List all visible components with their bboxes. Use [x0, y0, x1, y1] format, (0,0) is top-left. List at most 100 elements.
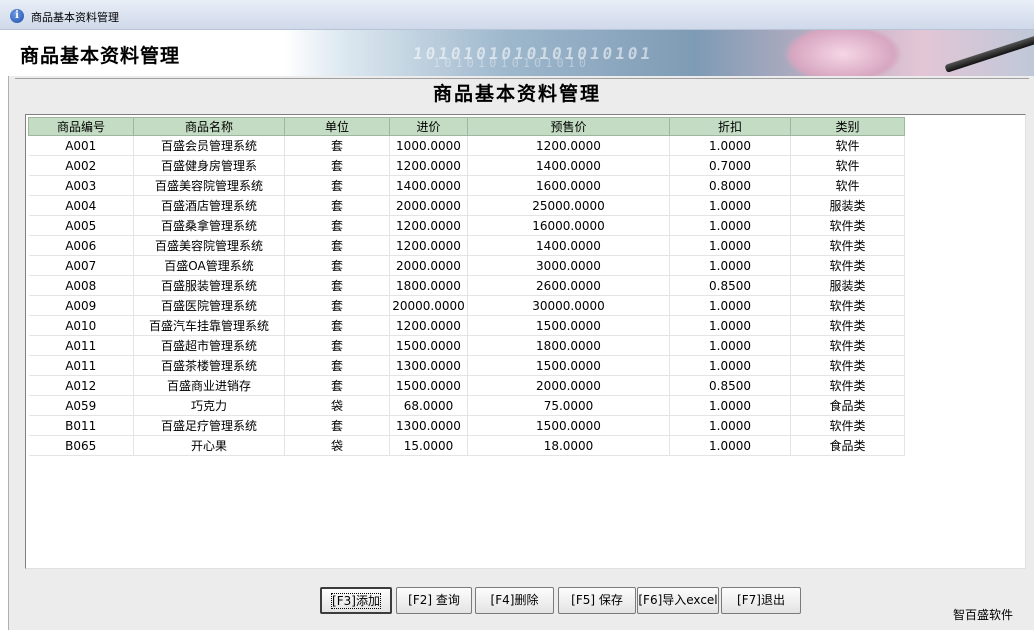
exit-button[interactable]: [F7]退出	[721, 587, 801, 614]
table-cell[interactable]: 软件类	[790, 255, 905, 276]
table-cell[interactable]: 百盛服装管理系统	[133, 275, 285, 296]
table-cell[interactable]: 3000.0000	[467, 255, 670, 276]
column-header[interactable]: 类别	[790, 117, 905, 136]
table-row[interactable]: A010 百盛汽车挂靠管理系统套 1200.0000 1500.0000 1.0000 软…	[28, 315, 905, 336]
table-cell[interactable]: 1.0000	[669, 335, 791, 356]
table-cell[interactable]: 1200.0000	[389, 215, 468, 236]
table-cell[interactable]: 袋	[284, 395, 390, 416]
table-cell[interactable]: 1.0000	[669, 135, 791, 156]
table-cell[interactable]: 1200.0000	[467, 135, 670, 156]
table-cell[interactable]: A006	[28, 235, 134, 256]
table-cell[interactable]: 软件类	[790, 335, 905, 356]
table-cell[interactable]: 套	[284, 315, 390, 336]
table-cell[interactable]: 百盛医院管理系统	[133, 295, 285, 316]
table-cell[interactable]: A008	[28, 275, 134, 296]
table-cell[interactable]: 软件	[790, 135, 905, 156]
column-header[interactable]: 预售价	[467, 117, 670, 136]
table-cell[interactable]: 1.0000	[669, 255, 791, 276]
column-header[interactable]: 商品编号	[28, 117, 134, 136]
table-cell[interactable]: A010	[28, 315, 134, 336]
table-cell[interactable]: 食品类	[790, 395, 905, 416]
table-cell[interactable]: 1500.0000	[389, 335, 468, 356]
table-cell[interactable]: 1500.0000	[467, 415, 670, 436]
table-row[interactable]: A011 百盛茶楼管理系统套 1300.0000 1500.0000 1.0000 软件类	[28, 355, 905, 376]
table-cell[interactable]: 18.0000	[467, 435, 670, 456]
table-row[interactable]: A009 百盛医院管理系统套 20000.0000 30000.0000 1.0000 软…	[28, 295, 905, 316]
table-cell[interactable]: 服装类	[790, 195, 905, 216]
table-cell[interactable]: 2000.0000	[389, 195, 468, 216]
table-cell[interactable]: 百盛会员管理系统	[133, 135, 285, 156]
table-cell[interactable]: 68.0000	[389, 395, 468, 416]
table-cell[interactable]: 服装类	[790, 275, 905, 296]
table-row[interactable]: A004 百盛酒店管理系统套 2000.0000 25000.0000 1.0000 服装…	[28, 195, 905, 216]
table-cell[interactable]: 套	[284, 355, 390, 376]
table-cell[interactable]: 套	[284, 255, 390, 276]
table-row[interactable]: A012 百盛商业进销存套 1500.0000 2000.0000 0.8500 软件类	[28, 375, 905, 396]
table-cell[interactable]: 1.0000	[669, 235, 791, 256]
table-cell[interactable]: 套	[284, 275, 390, 296]
table-cell[interactable]: 30000.0000	[467, 295, 670, 316]
table-cell[interactable]: 2000.0000	[467, 375, 670, 396]
table-row[interactable]: B065 开心果袋 15.0000 18.0000 1.0000 食品类	[28, 435, 905, 456]
table-row[interactable]: A007 百盛OA管理系统套 2000.0000 3000.0000 1.0000 软件类	[28, 255, 905, 276]
import-excel-button[interactable]: [F6]导入excel	[637, 587, 719, 614]
table-cell[interactable]: 20000.0000	[389, 295, 468, 316]
table-cell[interactable]: 1200.0000	[389, 155, 468, 176]
table-cell[interactable]: 0.8500	[669, 375, 791, 396]
table-cell[interactable]: 0.8000	[669, 175, 791, 196]
table-cell[interactable]: 软件类	[790, 295, 905, 316]
table-cell[interactable]: 百盛美容院管理系统	[133, 235, 285, 256]
table-cell[interactable]: 软件类	[790, 235, 905, 256]
save-button[interactable]: [F5] 保存	[558, 587, 636, 614]
table-cell[interactable]: 百盛OA管理系统	[133, 255, 285, 276]
table-cell[interactable]: 1800.0000	[467, 335, 670, 356]
table-cell[interactable]: 套	[284, 195, 390, 216]
table-cell[interactable]: 0.8500	[669, 275, 791, 296]
table-cell[interactable]: A011	[28, 335, 134, 356]
table-cell[interactable]: 1200.0000	[389, 235, 468, 256]
table-cell[interactable]: 套	[284, 155, 390, 176]
table-cell[interactable]: 百盛商业进销存	[133, 375, 285, 396]
table-cell[interactable]: 套	[284, 335, 390, 356]
table-cell[interactable]: A009	[28, 295, 134, 316]
table-cell[interactable]: 百盛茶楼管理系统	[133, 355, 285, 376]
table-cell[interactable]: 1400.0000	[467, 235, 670, 256]
table-cell[interactable]: 软件	[790, 175, 905, 196]
table-cell[interactable]: A011	[28, 355, 134, 376]
table-cell[interactable]: 百盛超市管理系统	[133, 335, 285, 356]
table-cell[interactable]: 套	[284, 135, 390, 156]
table-cell[interactable]: 75.0000	[467, 395, 670, 416]
table-cell[interactable]: A005	[28, 215, 134, 236]
table-cell[interactable]: 1400.0000	[389, 175, 468, 196]
table-cell[interactable]: 百盛健身房管理系	[133, 155, 285, 176]
column-header[interactable]: 进价	[389, 117, 468, 136]
table-cell[interactable]: 1300.0000	[389, 415, 468, 436]
table-cell[interactable]: 1500.0000	[389, 375, 468, 396]
table-cell[interactable]: 套	[284, 375, 390, 396]
table-cell[interactable]: 1.0000	[669, 435, 791, 456]
table-cell[interactable]: 套	[284, 415, 390, 436]
query-button[interactable]: [F2] 查询	[396, 587, 472, 614]
column-header[interactable]: 商品名称	[133, 117, 285, 136]
table-cell[interactable]: 1.0000	[669, 195, 791, 216]
table-cell[interactable]: A059	[28, 395, 134, 416]
table-cell[interactable]: 16000.0000	[467, 215, 670, 236]
table-cell[interactable]: A001	[28, 135, 134, 156]
table-cell[interactable]: 开心果	[133, 435, 285, 456]
product-grid[interactable]: 商品编号 商品名称 单位 进价 预售价 折扣 类别 A001 百盛会员管理系统套 1000.00…	[25, 114, 1026, 569]
table-cell[interactable]: 1400.0000	[467, 155, 670, 176]
table-row[interactable]: A006 百盛美容院管理系统套 1200.0000 1400.0000 1.0000 软件…	[28, 235, 905, 256]
table-cell[interactable]: 2600.0000	[467, 275, 670, 296]
table-cell[interactable]: 1500.0000	[467, 355, 670, 376]
table-cell[interactable]: 2000.0000	[389, 255, 468, 276]
table-cell[interactable]: 软件	[790, 155, 905, 176]
table-row[interactable]: B011 百盛足疗管理系统套 1300.0000 1500.0000 1.0000 软件类	[28, 415, 905, 436]
table-cell[interactable]: 百盛足疗管理系统	[133, 415, 285, 436]
table-cell[interactable]: 巧克力	[133, 395, 285, 416]
table-cell[interactable]: 1000.0000	[389, 135, 468, 156]
table-cell[interactable]: 1500.0000	[467, 315, 670, 336]
table-cell[interactable]: 1.0000	[669, 355, 791, 376]
table-cell[interactable]: 1.0000	[669, 395, 791, 416]
table-cell[interactable]: A003	[28, 175, 134, 196]
table-cell[interactable]: 25000.0000	[467, 195, 670, 216]
